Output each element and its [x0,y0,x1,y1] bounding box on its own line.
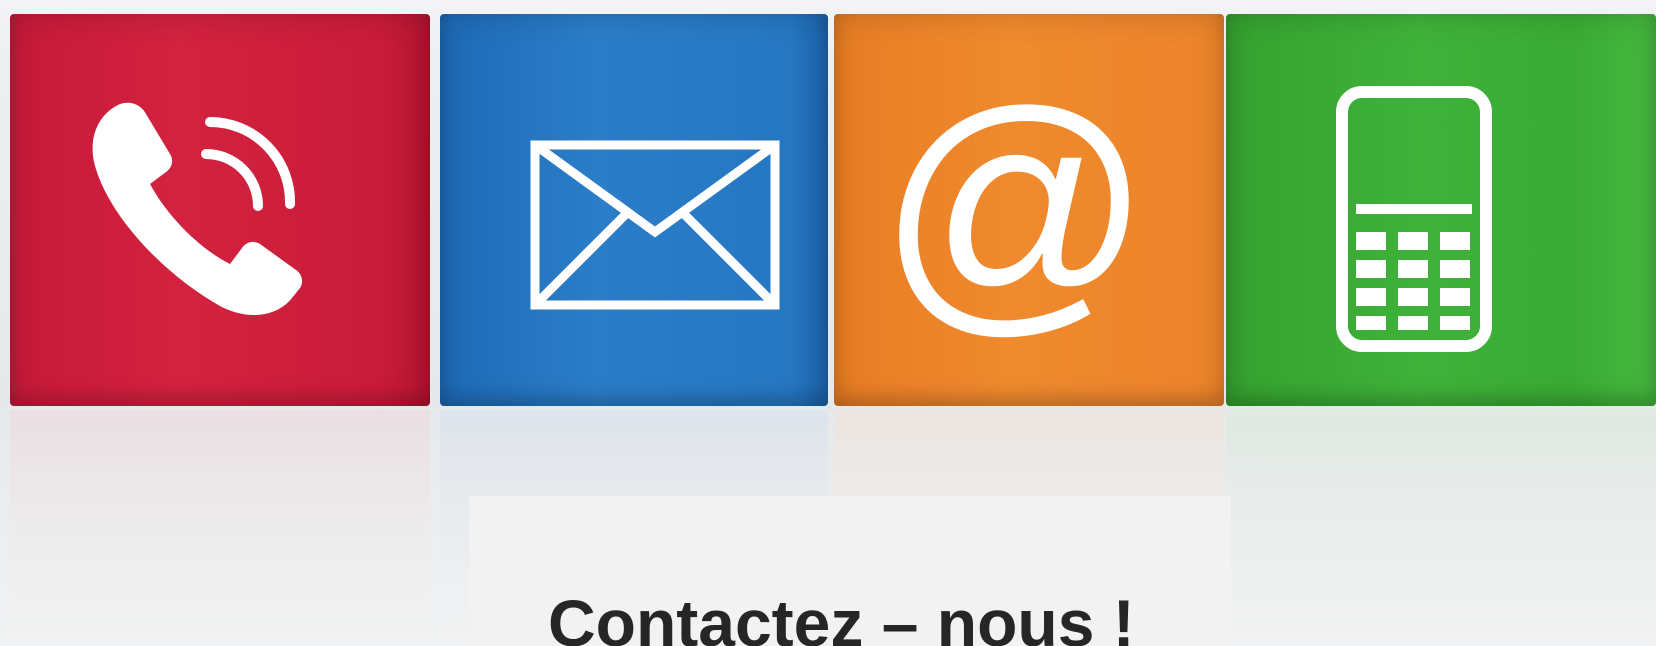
cube-reflection [10,410,430,646]
at-sign-icon: @ [895,100,1135,340]
mobile-phone-icon [1336,86,1492,352]
phone-icon [80,92,320,332]
page-title: Contactez – nous ! [548,586,1135,646]
contact-banner: @ Contactez – nous ! [0,0,1656,646]
cube-reflection [1226,410,1656,646]
envelope-icon [530,140,780,310]
at-sign-glyph: @ [895,100,1135,340]
